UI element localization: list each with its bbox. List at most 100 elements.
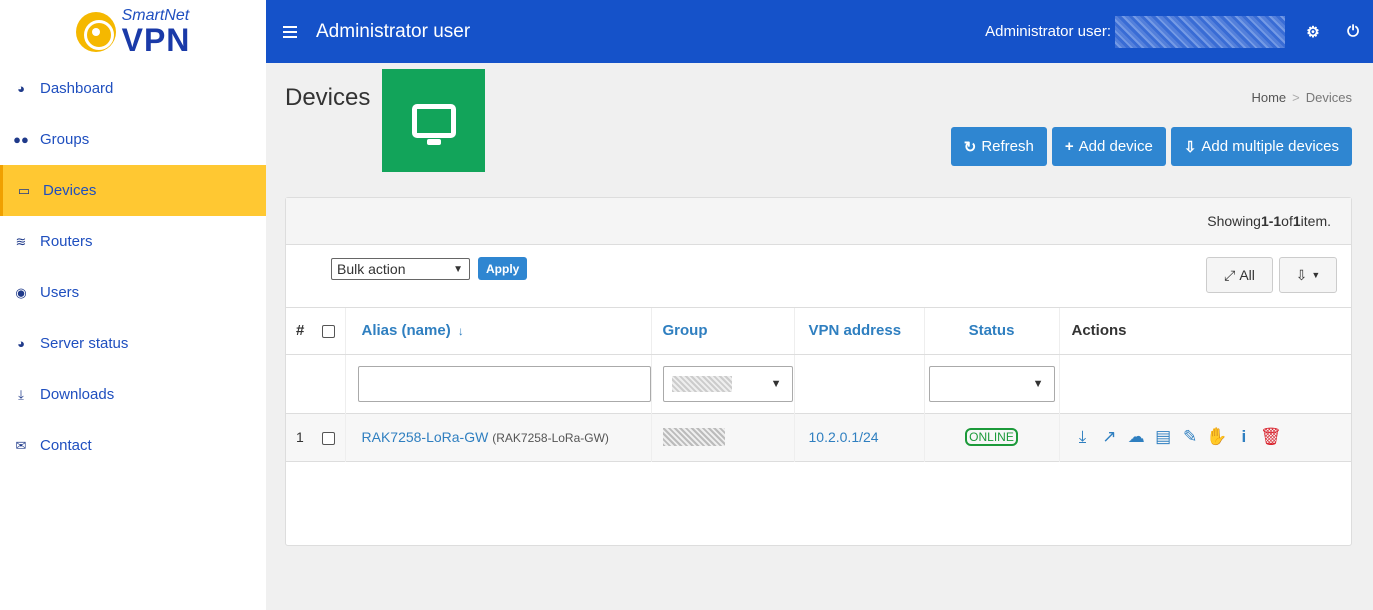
column-header-actions: Actions bbox=[1059, 308, 1351, 355]
column-header-num: # bbox=[286, 308, 313, 355]
breadcrumb-separator: > bbox=[1292, 90, 1300, 105]
add-device-label: Add device bbox=[1078, 138, 1153, 155]
monitor-icon: ▭ bbox=[17, 182, 31, 198]
user-circle-icon: ◉ bbox=[15, 284, 27, 300]
top-bar: Administrator user Administrator user: ⚙… bbox=[266, 0, 1373, 63]
users-icon: ●● bbox=[13, 132, 29, 147]
refresh-button[interactable]: ↻ Refresh bbox=[950, 127, 1047, 166]
add-device-button[interactable]: + Add device bbox=[1051, 127, 1166, 166]
edit-pencil-icon[interactable]: ✎ bbox=[1179, 427, 1201, 447]
bulk-action-select[interactable]: Bulk action ▼ bbox=[331, 258, 470, 280]
settings-cogs-icon[interactable]: ⚙ bbox=[1303, 22, 1323, 42]
sort-asc-icon: ↓ bbox=[457, 324, 464, 339]
export-icon: ⇩ bbox=[1295, 266, 1308, 283]
refresh-icon: ↻ bbox=[963, 138, 977, 156]
bulk-action-value: Bulk action bbox=[337, 261, 406, 277]
vpn-address: 10.2.0.1/24 bbox=[794, 412, 925, 461]
column-header-alias[interactable]: Alias (name) ↓ bbox=[345, 308, 652, 355]
main-content: Devices Home > Devices ↻ Refresh + Add dev… bbox=[266, 63, 1373, 610]
column-header-group[interactable]: Group bbox=[651, 308, 795, 355]
dashboard-icon: ◕ bbox=[17, 336, 25, 351]
external-link-icon[interactable]: ↗ bbox=[1098, 427, 1120, 447]
hand-icon[interactable]: ✋ bbox=[1206, 427, 1228, 447]
refresh-label: Refresh bbox=[981, 138, 1034, 155]
breadcrumb-home[interactable]: Home bbox=[1251, 90, 1286, 105]
download-icon[interactable]: ⤓ bbox=[1072, 427, 1094, 447]
select-all-checkbox-cell bbox=[313, 308, 346, 355]
info-icon[interactable]: i bbox=[1233, 427, 1255, 447]
group-filter-select[interactable]: ▼ bbox=[662, 365, 793, 402]
logo-big-text: VPN bbox=[121, 21, 191, 58]
import-icon: ⇩ bbox=[1183, 138, 1197, 156]
header-title: Administrator user bbox=[316, 20, 471, 42]
sidebar-item-users[interactable]: ◉ Users bbox=[0, 267, 266, 318]
sidebar-item-contact[interactable]: ✉ Contact bbox=[0, 420, 266, 471]
logo[interactable]: SmartNet VPN bbox=[0, 0, 266, 63]
row-number: 1 bbox=[286, 412, 313, 461]
device-alias-link[interactable]: RAK7258-LoRa-GW bbox=[362, 429, 489, 445]
select-all-checkbox[interactable] bbox=[322, 324, 336, 338]
sidebar-item-label: Routers bbox=[40, 233, 93, 250]
caret-down-icon: ▼ bbox=[1311, 270, 1321, 280]
sidebar: SmartNet VPN ◕ Dashboard ●● Groups ▭ Dev… bbox=[0, 0, 266, 610]
redacted-group bbox=[662, 428, 725, 447]
sidebar-item-downloads[interactable]: ⤓ Downloads bbox=[0, 369, 266, 420]
plus-icon: + bbox=[1064, 138, 1074, 155]
expand-icon: ⤢ bbox=[1224, 266, 1236, 283]
devices-grid-panel: Showing 1-1 of 1 item. Bulk action ▼ App… bbox=[285, 197, 1352, 546]
sidebar-item-server-status[interactable]: ◕ Server status bbox=[0, 318, 266, 369]
column-header-vpn[interactable]: VPN address bbox=[794, 308, 925, 355]
alias-filter-input[interactable] bbox=[357, 365, 651, 402]
sidebar-item-devices[interactable]: ▭ Devices bbox=[0, 165, 266, 216]
redacted-group-value bbox=[671, 375, 732, 392]
sidebar-item-label: Devices bbox=[43, 182, 97, 199]
chevron-down-icon: ▼ bbox=[770, 377, 782, 390]
devices-tile bbox=[382, 69, 485, 172]
page-title: Devices bbox=[285, 84, 371, 111]
trash-icon[interactable]: 🗑 bbox=[1260, 427, 1282, 447]
logo-icon bbox=[75, 11, 116, 52]
status-filter-select[interactable]: ▼ bbox=[928, 365, 1055, 402]
chevron-down-icon: ▼ bbox=[1032, 377, 1044, 390]
apply-button[interactable]: Apply bbox=[478, 257, 528, 280]
hamburger-menu-icon[interactable] bbox=[283, 25, 297, 38]
sidebar-item-label: Downloads bbox=[40, 386, 115, 403]
summary-of: of bbox=[1281, 213, 1293, 229]
sidebar-item-label: Contact bbox=[40, 437, 92, 454]
filter-row: ▼ ▼ bbox=[286, 353, 1351, 413]
grid-summary: Showing 1-1 of 1 item. bbox=[286, 198, 1351, 245]
breadcrumb-current: Devices bbox=[1305, 90, 1352, 105]
cloud-icon[interactable]: ☁ bbox=[1125, 427, 1147, 447]
show-all-button[interactable]: ⤢ All bbox=[1206, 257, 1273, 293]
device-name: (RAK7258-LoRa-GW) bbox=[492, 431, 609, 445]
monitor-icon bbox=[411, 103, 456, 145]
add-multiple-label: Add multiple devices bbox=[1201, 138, 1339, 155]
summary-suffix: item. bbox=[1300, 213, 1331, 229]
add-multiple-devices-button[interactable]: ⇩ Add multiple devices bbox=[1170, 127, 1352, 166]
redacted-username bbox=[1115, 15, 1285, 48]
summary-range: 1-1 bbox=[1260, 213, 1282, 229]
chevron-down-icon: ▼ bbox=[453, 263, 463, 275]
breadcrumb: Home > Devices bbox=[1251, 90, 1352, 105]
user-label: Administrator user: bbox=[985, 23, 1111, 40]
summary-row bbox=[286, 460, 1351, 482]
grid-toolbar: Bulk action ▼ Apply ⤢ All ⇩ ▼ bbox=[286, 245, 1351, 308]
column-alias-label: Alias (name) bbox=[361, 322, 451, 340]
row-checkbox[interactable] bbox=[322, 431, 336, 445]
sidebar-item-routers[interactable]: ≋ Routers bbox=[0, 216, 266, 267]
summary-prefix: Showing bbox=[1207, 213, 1261, 229]
devices-table: # Alias (name) ↓ Group VPN address Statu… bbox=[286, 308, 1351, 482]
sidebar-item-dashboard[interactable]: ◕ Dashboard bbox=[0, 63, 266, 114]
table-row: 1 RAK7258-LoRa-GW (RAK7258-LoRa-GW) 10.2… bbox=[286, 412, 1351, 461]
export-menu-button[interactable]: ⇩ ▼ bbox=[1279, 257, 1337, 293]
show-all-label: All bbox=[1239, 267, 1255, 283]
status-badge: ONLINE bbox=[965, 428, 1018, 446]
summary-total: 1 bbox=[1292, 213, 1301, 229]
column-header-status[interactable]: Status bbox=[924, 308, 1060, 355]
file-icon[interactable]: ▤ bbox=[1152, 427, 1174, 447]
sidebar-item-groups[interactable]: ●● Groups bbox=[0, 114, 266, 165]
power-icon[interactable]: ⏻ bbox=[1343, 22, 1363, 42]
action-buttons: ↻ Refresh + Add device ⇩ Add multiple de… bbox=[950, 127, 1352, 166]
envelope-icon: ✉ bbox=[15, 437, 27, 453]
sidebar-item-label: Dashboard bbox=[40, 80, 114, 97]
